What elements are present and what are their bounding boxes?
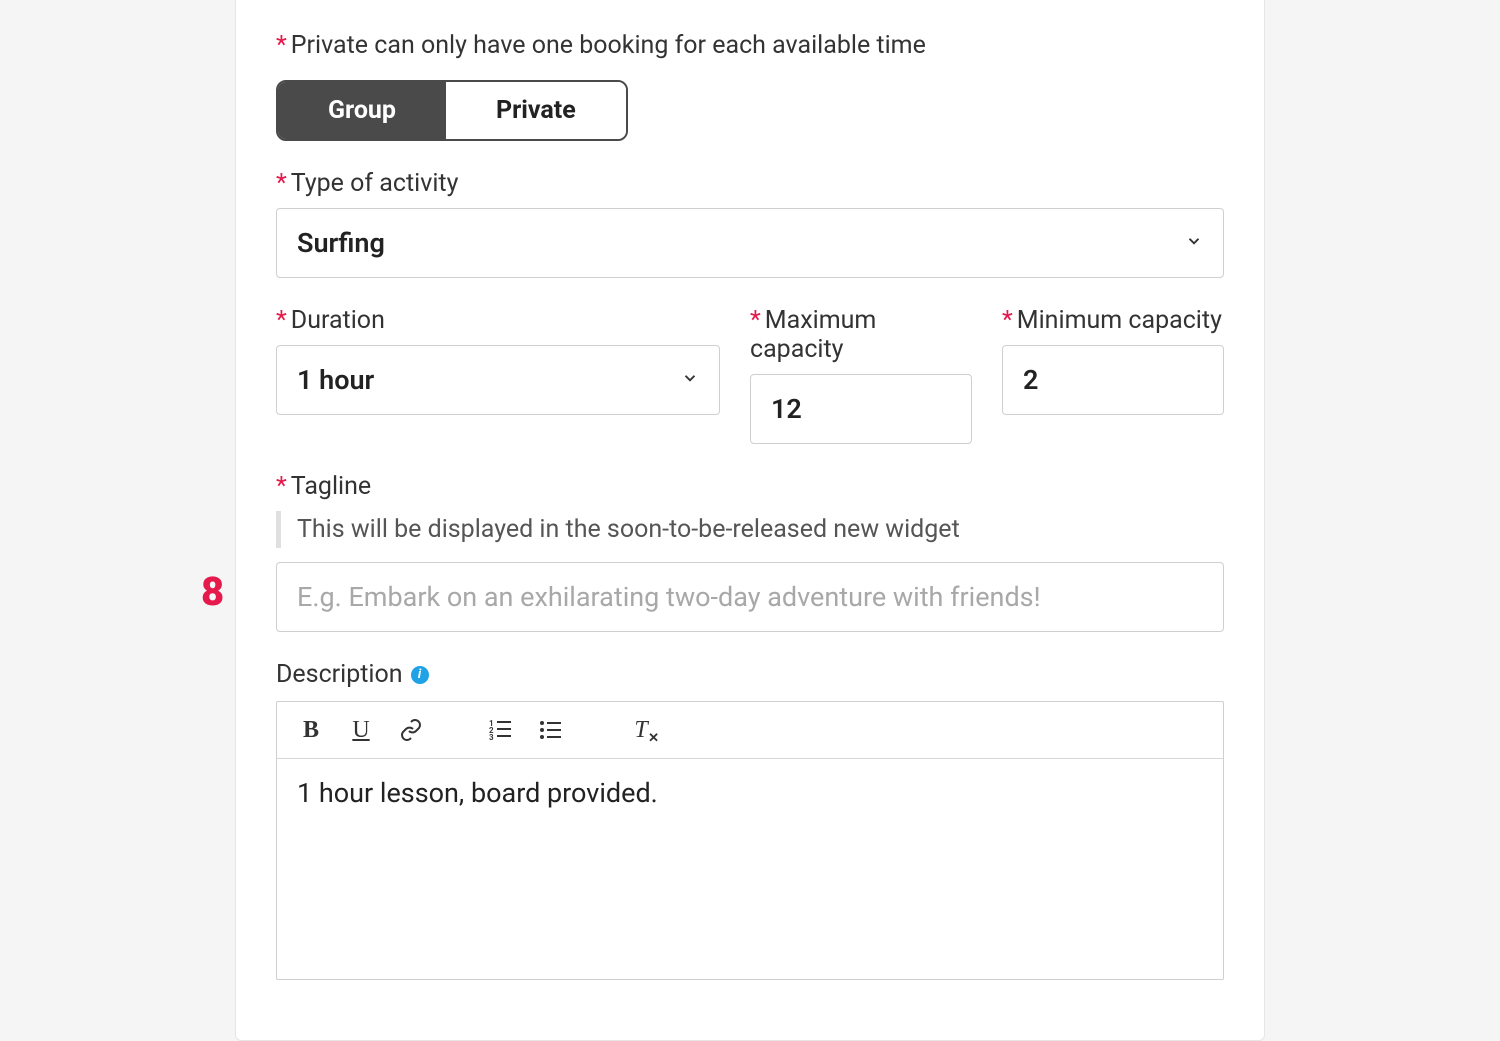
description-label: Description: [276, 660, 403, 689]
max-capacity-field[interactable]: [750, 374, 972, 444]
description-textarea[interactable]: 1 hour lesson, board provided.: [277, 759, 1223, 979]
tagline-input[interactable]: [276, 562, 1224, 632]
type-of-activity-value: Surfing: [297, 227, 385, 259]
bold-icon[interactable]: B: [297, 716, 325, 744]
link-icon[interactable]: [397, 716, 425, 744]
tagline-hint: This will be displayed in the soon-to-be…: [276, 511, 1224, 548]
svg-text:3: 3: [489, 733, 494, 742]
type-of-activity-select[interactable]: Surfing: [276, 208, 1224, 278]
min-capacity-label: *Minimum capacity: [1002, 306, 1224, 335]
underline-icon[interactable]: U: [347, 716, 375, 744]
description-editor: B U 123 T✕ 1 hour lesson, board provi: [276, 701, 1224, 980]
group-toggle-button[interactable]: Group: [278, 82, 446, 139]
booking-mode-toggle: Group Private: [276, 80, 628, 141]
booking-mode-note: *Private can only have one booking for e…: [276, 31, 1224, 60]
min-capacity-field[interactable]: [1002, 345, 1224, 415]
duration-label: *Duration: [276, 306, 720, 335]
editor-toolbar: B U 123 T✕: [277, 702, 1223, 759]
clear-format-icon[interactable]: T✕: [627, 716, 655, 744]
type-of-activity-label: *Type of activity: [276, 169, 1224, 198]
chevron-down-icon: [1185, 232, 1203, 255]
ordered-list-icon[interactable]: 123: [487, 716, 515, 744]
tagline-label: *Tagline: [276, 472, 1224, 501]
duration-select[interactable]: 1 hour: [276, 345, 720, 415]
info-icon[interactable]: i: [411, 666, 429, 684]
step-number-badge: 8: [201, 568, 224, 615]
min-capacity-input[interactable]: [1023, 364, 1203, 396]
private-toggle-button[interactable]: Private: [446, 82, 626, 139]
max-capacity-input[interactable]: [771, 393, 951, 425]
unordered-list-icon[interactable]: [537, 716, 565, 744]
max-capacity-label: *Maximum capacity: [750, 306, 972, 364]
duration-value: 1 hour: [297, 364, 374, 396]
chevron-down-icon: [681, 369, 699, 392]
